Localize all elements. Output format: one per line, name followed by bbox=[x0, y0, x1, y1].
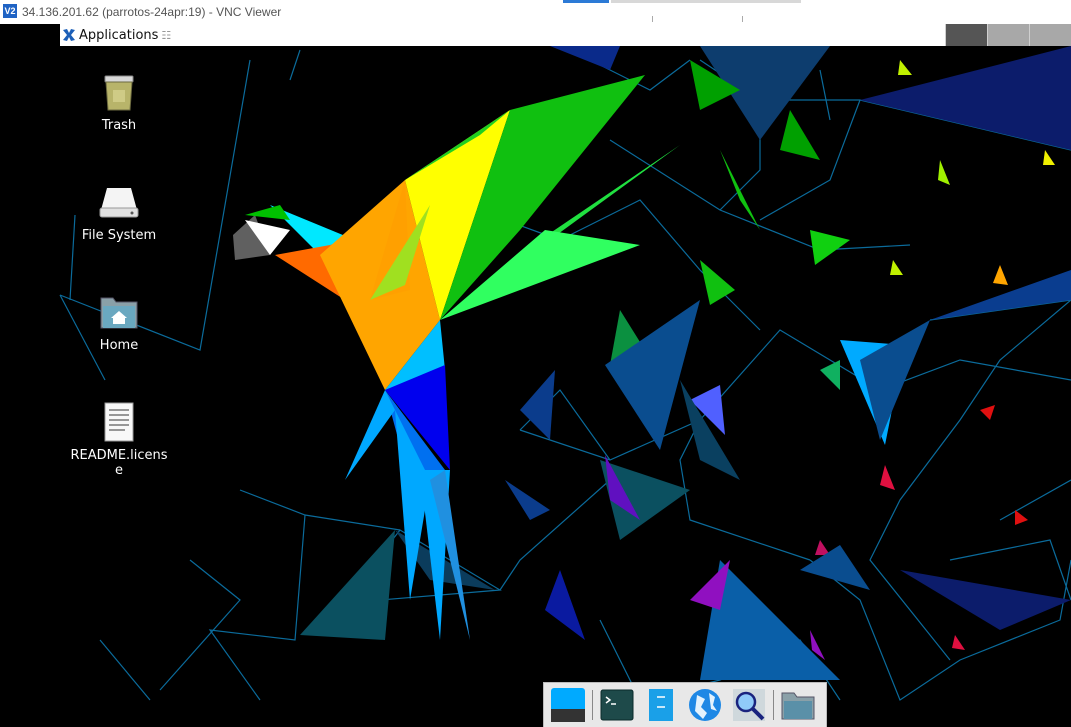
menu-glyph-icon: ☷ bbox=[161, 28, 172, 42]
desktop-icon-trash[interactable]: Trash bbox=[69, 70, 169, 133]
divider bbox=[592, 690, 593, 720]
dock-file-manager[interactable] bbox=[779, 686, 817, 724]
dock bbox=[543, 682, 827, 727]
workspace-3[interactable] bbox=[1029, 24, 1071, 46]
wallpaper bbox=[59, 46, 1071, 701]
top-panel: Applications ☷ bbox=[60, 24, 1071, 46]
desktop-icon bbox=[551, 688, 585, 722]
trash-icon bbox=[104, 75, 134, 111]
terminal-icon bbox=[600, 689, 634, 721]
dock-web-browser[interactable] bbox=[686, 686, 724, 724]
vnc-toolbar-tabs[interactable] bbox=[535, 0, 830, 25]
drive-icon bbox=[99, 188, 139, 218]
desktop-icon-label: Home bbox=[99, 338, 139, 353]
divider bbox=[773, 690, 774, 720]
search-icon bbox=[733, 689, 765, 721]
workspace-switcher[interactable] bbox=[945, 24, 1071, 46]
vnc-toolbar-tab[interactable] bbox=[611, 0, 801, 3]
vnc-toolbar-tab-active[interactable] bbox=[563, 0, 609, 3]
divider bbox=[652, 16, 653, 22]
home-folder-icon bbox=[100, 297, 138, 329]
desktop-icon-readme[interactable]: README.license bbox=[69, 400, 169, 478]
desktop-icon-file-system[interactable]: File System bbox=[69, 180, 169, 243]
desktop-icon-home[interactable]: Home bbox=[69, 290, 169, 353]
dock-text-editor[interactable] bbox=[642, 686, 680, 724]
workspace-1[interactable] bbox=[945, 24, 987, 46]
vnc-title-bar: V2 34.136.201.62 (parrotos-24apr:19) - V… bbox=[0, 0, 1071, 25]
text-editor-icon bbox=[649, 689, 673, 721]
dock-search[interactable] bbox=[730, 686, 768, 724]
workspace-2[interactable] bbox=[987, 24, 1029, 46]
window-title: 34.136.201.62 (parrotos-24apr:19) - VNC … bbox=[22, 5, 282, 19]
desktop-icon-label: File System bbox=[81, 228, 157, 243]
desktop-icon-label: README.license bbox=[70, 448, 168, 478]
dock-show-desktop[interactable] bbox=[549, 686, 587, 724]
applications-label: Applications bbox=[79, 27, 159, 43]
desktop-icon-label: Trash bbox=[101, 118, 137, 133]
xfce-logo-icon bbox=[63, 29, 75, 41]
divider bbox=[742, 16, 743, 22]
browser-globe-icon bbox=[689, 689, 721, 721]
folder-icon bbox=[781, 692, 815, 720]
vnc-logo-icon: V2 bbox=[3, 4, 17, 18]
applications-menu-button[interactable]: Applications ☷ bbox=[62, 26, 171, 44]
dock-terminal[interactable] bbox=[598, 686, 636, 724]
text-file-icon bbox=[104, 402, 134, 442]
